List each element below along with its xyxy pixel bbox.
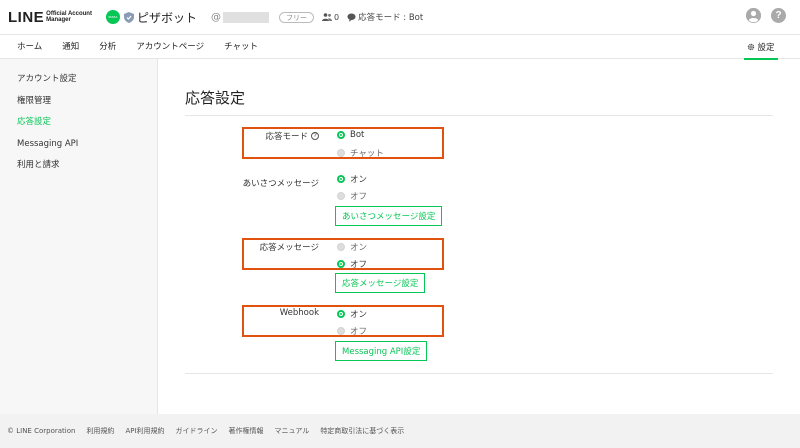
messaging-api-settings-button[interactable]: Messaging API設定 bbox=[335, 341, 428, 361]
footer-link-guidelines[interactable]: ガイドライン bbox=[176, 426, 218, 436]
radio-unselected-icon bbox=[337, 149, 345, 157]
footer-link-commerce-law[interactable]: 特定商取引法に基づく表示 bbox=[320, 426, 404, 436]
sidebar: アカウント設定 権限管理 応答設定 Messaging API 利用と請求 bbox=[0, 59, 158, 414]
account-name[interactable]: ピザボット bbox=[137, 9, 197, 26]
radio-selected-icon bbox=[337, 260, 345, 268]
user-avatar-icon[interactable] bbox=[746, 8, 761, 23]
response-mode-indicator[interactable]: 応答モード : Bot bbox=[347, 11, 423, 23]
greeting-message-label: あいさつメッセージ bbox=[242, 179, 319, 189]
sidebar-item-messaging-api[interactable]: Messaging API bbox=[0, 134, 157, 156]
account-id: @ bbox=[211, 11, 269, 23]
radio-unselected-icon bbox=[337, 192, 345, 200]
top-header: LINE Official Account Manager PIZZA ピザボッ… bbox=[0, 0, 800, 34]
auto-reply-on-radio[interactable]: オン bbox=[337, 241, 367, 253]
radio-unselected-icon bbox=[337, 243, 345, 251]
auto-reply-off-radio[interactable]: オフ bbox=[337, 258, 367, 270]
line-logo[interactable]: LINE bbox=[8, 9, 44, 26]
greeting-off-radio[interactable]: オフ bbox=[337, 190, 367, 202]
main-content: 応答設定 応答モード ? Bot チャット あいさつメッセージ オン オフ あい… bbox=[158, 59, 800, 414]
response-mode-bot-radio[interactable]: Bot bbox=[337, 130, 364, 140]
header-right: ? bbox=[746, 8, 786, 23]
friends-count[interactable]: 0 bbox=[321, 13, 339, 22]
chat-bubble-icon bbox=[347, 13, 356, 22]
radio-selected-icon bbox=[337, 310, 345, 318]
greeting-on-radio[interactable]: オン bbox=[337, 173, 367, 185]
auto-reply-settings-button[interactable]: 応答メッセージ設定 bbox=[335, 273, 426, 293]
webhook-on-radio[interactable]: オン bbox=[337, 308, 367, 320]
sidebar-item-account-settings[interactable]: アカウント設定 bbox=[0, 69, 157, 91]
title-divider bbox=[185, 115, 773, 116]
nav-chat[interactable]: チャット bbox=[214, 35, 268, 59]
footer-link-api-terms[interactable]: API利用規約 bbox=[125, 426, 164, 436]
footer-link-copyright-info[interactable]: 著作権情報 bbox=[229, 426, 264, 436]
main-nav: ホーム 通知 分析 アカウントページ チャット 設定 bbox=[0, 34, 800, 60]
radio-selected-icon bbox=[337, 131, 345, 139]
footer: © LINE Corporation 利用規約 API利用規約 ガイドライン 著… bbox=[0, 414, 800, 448]
nav-account-page[interactable]: アカウントページ bbox=[126, 35, 214, 59]
footer-link-manual[interactable]: マニュアル bbox=[275, 426, 310, 436]
radio-unselected-icon bbox=[337, 327, 345, 335]
friends-icon bbox=[321, 13, 332, 21]
nav-analytics[interactable]: 分析 bbox=[89, 35, 126, 59]
logo-subtitle: Official Account Manager bbox=[46, 10, 92, 24]
page-title: 応答設定 bbox=[185, 89, 246, 107]
footer-copyright: © LINE Corporation bbox=[7, 427, 76, 435]
sidebar-item-permissions[interactable]: 権限管理 bbox=[0, 91, 157, 113]
webhook-off-radio[interactable]: オフ bbox=[337, 325, 367, 337]
auto-reply-label: 応答メッセージ bbox=[259, 243, 319, 253]
plan-badge: フリー bbox=[278, 11, 314, 23]
response-mode-chat-radio[interactable]: チャット bbox=[337, 147, 384, 159]
gear-icon bbox=[748, 43, 755, 50]
help-icon[interactable]: ? bbox=[771, 8, 786, 23]
greeting-settings-button[interactable]: あいさつメッセージ設定 bbox=[335, 206, 443, 226]
account-avatar[interactable]: PIZZA bbox=[105, 10, 120, 24]
account-id-redacted bbox=[222, 11, 269, 23]
footer-link-terms[interactable]: 利用規約 bbox=[86, 426, 114, 436]
nav-settings[interactable]: 設定 bbox=[744, 35, 778, 60]
webhook-label: Webhook bbox=[279, 308, 319, 318]
shield-icon bbox=[123, 11, 134, 23]
question-icon[interactable]: ? bbox=[311, 132, 319, 140]
response-mode-label: 応答モード ? bbox=[265, 130, 319, 142]
sidebar-item-response-settings[interactable]: 応答設定 bbox=[0, 112, 157, 134]
nav-home[interactable]: ホーム bbox=[0, 35, 52, 59]
bottom-divider bbox=[185, 373, 773, 374]
sidebar-item-billing[interactable]: 利用と請求 bbox=[0, 155, 157, 177]
radio-selected-icon bbox=[337, 175, 345, 183]
nav-notifications[interactable]: 通知 bbox=[52, 35, 89, 59]
